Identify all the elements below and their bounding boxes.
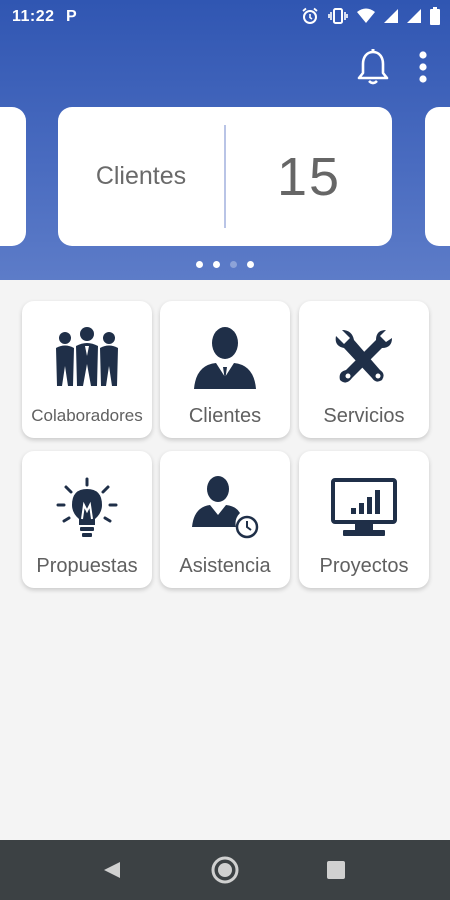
summary-card-label: Clientes (95, 162, 187, 190)
tile-label: Clientes (188, 405, 262, 427)
tile-label: Proyectos (319, 555, 409, 577)
tile-label: Asistencia (179, 555, 271, 577)
tile-label: Propuestas (36, 555, 138, 577)
status-bar: 11:22 P (0, 0, 450, 34)
team-icon (22, 323, 152, 393)
carousel-dot[interactable] (247, 261, 254, 268)
tile-label: Colaboradores (31, 406, 143, 425)
bell-icon[interactable] (356, 48, 390, 86)
tile-colaboradores[interactable]: Colaboradores (22, 301, 152, 438)
summary-card[interactable]: Clientes 15 (58, 107, 392, 246)
carousel-indicator (0, 261, 450, 268)
carousel-dot[interactable] (196, 261, 203, 268)
signal-icon-2 (407, 9, 421, 23)
status-time: 11:22 (12, 8, 55, 25)
vibrate-icon (328, 7, 348, 25)
carousel-card-next[interactable] (425, 107, 450, 246)
tools-icon (299, 323, 429, 393)
tile-servicios[interactable]: Servicios (299, 301, 429, 438)
summary-card-value: 15 (276, 146, 342, 207)
signal-icon (384, 9, 398, 23)
header: 11:22 P Clientes 15 (0, 0, 450, 280)
tile-clientes[interactable]: Clientes (160, 301, 290, 438)
app-badge: P (66, 8, 77, 25)
carousel-card-prev[interactable] (0, 107, 26, 246)
tile-propuestas[interactable]: Propuestas (22, 451, 152, 588)
tile-asistencia[interactable]: Asistencia (160, 451, 290, 588)
tile-proyectos[interactable]: Proyectos (299, 451, 429, 588)
attendance-icon (160, 473, 290, 543)
more-vert-icon[interactable] (418, 50, 428, 84)
wifi-icon (357, 8, 375, 24)
carousel-dot-active[interactable] (230, 261, 237, 268)
tile-label: Servicios (323, 405, 405, 427)
system-nav-bar (0, 840, 450, 900)
back-icon[interactable] (102, 860, 122, 885)
home-icon[interactable] (211, 856, 239, 889)
alarm-icon (301, 7, 319, 25)
lightbulb-icon (22, 473, 152, 543)
battery-icon (430, 7, 440, 25)
carousel-dot[interactable] (213, 261, 220, 268)
monitor-chart-icon (299, 473, 429, 543)
recents-icon[interactable] (326, 860, 346, 885)
client-person-icon (160, 323, 290, 393)
